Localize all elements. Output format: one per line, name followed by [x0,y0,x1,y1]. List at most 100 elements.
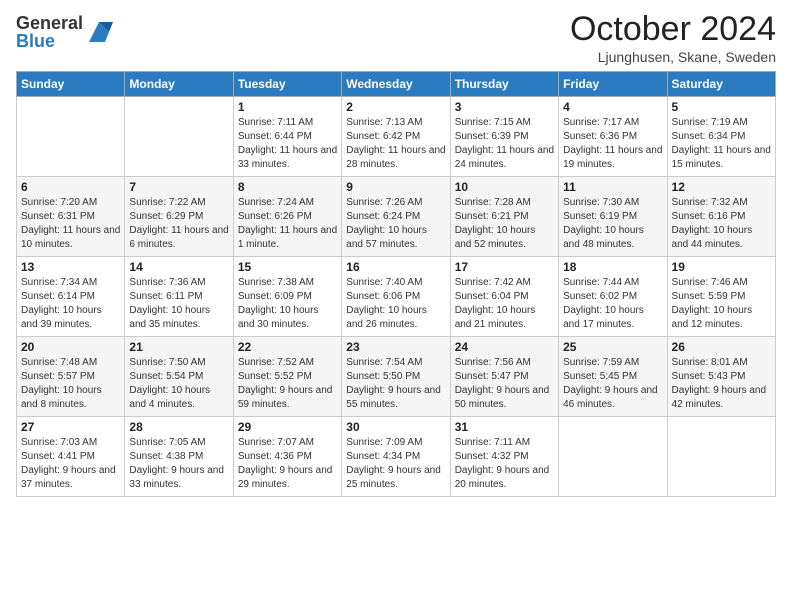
daylight-text: Daylight: 10 hours and 30 minutes. [238,304,337,332]
sunset-text: Sunset: 4:41 PM [21,450,120,464]
daylight-text: Daylight: 11 hours and 19 minutes. [563,144,662,172]
week-row-4: 27Sunrise: 7:03 AMSunset: 4:41 PMDayligh… [17,417,776,497]
sunrise-text: Sunrise: 7:17 AM [563,116,662,130]
sunset-text: Sunset: 6:09 PM [238,290,337,304]
daylight-text: Daylight: 9 hours and 55 minutes. [346,384,445,412]
day-number: 9 [346,180,445,194]
daylight-text: Daylight: 11 hours and 1 minute. [238,224,337,252]
header-day-friday: Friday [559,72,667,97]
sunrise-text: Sunrise: 7:40 AM [346,276,445,290]
daylight-text: Daylight: 11 hours and 33 minutes. [238,144,337,172]
sunrise-text: Sunrise: 7:09 AM [346,436,445,450]
sunrise-text: Sunrise: 7:20 AM [21,196,120,210]
day-number: 26 [672,340,771,354]
sunset-text: Sunset: 6:02 PM [563,290,662,304]
daylight-text: Daylight: 9 hours and 50 minutes. [455,384,554,412]
sunset-text: Sunset: 5:43 PM [672,370,771,384]
day-number: 6 [21,180,120,194]
day-number: 7 [129,180,228,194]
week-row-1: 6Sunrise: 7:20 AMSunset: 6:31 PMDaylight… [17,177,776,257]
logo-text: General Blue [16,14,83,50]
day-cell: 18Sunrise: 7:44 AMSunset: 6:02 PMDayligh… [559,257,667,337]
sunset-text: Sunset: 6:04 PM [455,290,554,304]
day-cell [667,417,775,497]
day-cell: 22Sunrise: 7:52 AMSunset: 5:52 PMDayligh… [233,337,341,417]
daylight-text: Daylight: 9 hours and 33 minutes. [129,464,228,492]
sunrise-text: Sunrise: 8:01 AM [672,356,771,370]
sunrise-text: Sunrise: 7:48 AM [21,356,120,370]
sunset-text: Sunset: 5:54 PM [129,370,228,384]
daylight-text: Daylight: 9 hours and 29 minutes. [238,464,337,492]
daylight-text: Daylight: 9 hours and 42 minutes. [672,384,771,412]
daylight-text: Daylight: 10 hours and 12 minutes. [672,304,771,332]
sunrise-text: Sunrise: 7:03 AM [21,436,120,450]
day-cell: 9Sunrise: 7:26 AMSunset: 6:24 PMDaylight… [342,177,450,257]
header-day-tuesday: Tuesday [233,72,341,97]
sunrise-text: Sunrise: 7:05 AM [129,436,228,450]
day-cell: 19Sunrise: 7:46 AMSunset: 5:59 PMDayligh… [667,257,775,337]
header-day-sunday: Sunday [17,72,125,97]
logo-blue: Blue [16,32,83,50]
day-cell: 3Sunrise: 7:15 AMSunset: 6:39 PMDaylight… [450,97,558,177]
daylight-text: Daylight: 11 hours and 10 minutes. [21,224,120,252]
day-cell: 1Sunrise: 7:11 AMSunset: 6:44 PMDaylight… [233,97,341,177]
day-cell: 29Sunrise: 7:07 AMSunset: 4:36 PMDayligh… [233,417,341,497]
day-number: 12 [672,180,771,194]
sunrise-text: Sunrise: 7:50 AM [129,356,228,370]
sunset-text: Sunset: 6:14 PM [21,290,120,304]
daylight-text: Daylight: 9 hours and 46 minutes. [563,384,662,412]
daylight-text: Daylight: 9 hours and 20 minutes. [455,464,554,492]
daylight-text: Daylight: 11 hours and 24 minutes. [455,144,554,172]
day-number: 29 [238,420,337,434]
sunrise-text: Sunrise: 7:13 AM [346,116,445,130]
week-row-3: 20Sunrise: 7:48 AMSunset: 5:57 PMDayligh… [17,337,776,417]
sunset-text: Sunset: 6:29 PM [129,210,228,224]
day-number: 4 [563,100,662,114]
day-cell: 8Sunrise: 7:24 AMSunset: 6:26 PMDaylight… [233,177,341,257]
sunrise-text: Sunrise: 7:07 AM [238,436,337,450]
sunset-text: Sunset: 6:06 PM [346,290,445,304]
day-cell: 20Sunrise: 7:48 AMSunset: 5:57 PMDayligh… [17,337,125,417]
week-row-2: 13Sunrise: 7:34 AMSunset: 6:14 PMDayligh… [17,257,776,337]
daylight-text: Daylight: 10 hours and 4 minutes. [129,384,228,412]
sunset-text: Sunset: 5:52 PM [238,370,337,384]
day-number: 10 [455,180,554,194]
daylight-text: Daylight: 9 hours and 59 minutes. [238,384,337,412]
day-cell: 15Sunrise: 7:38 AMSunset: 6:09 PMDayligh… [233,257,341,337]
day-cell: 11Sunrise: 7:30 AMSunset: 6:19 PMDayligh… [559,177,667,257]
sunrise-text: Sunrise: 7:44 AM [563,276,662,290]
day-number: 8 [238,180,337,194]
day-cell: 7Sunrise: 7:22 AMSunset: 6:29 PMDaylight… [125,177,233,257]
title-block: October 2024 Ljunghusen, Skane, Sweden [570,10,776,65]
day-number: 16 [346,260,445,274]
header-day-thursday: Thursday [450,72,558,97]
sunset-text: Sunset: 4:32 PM [455,450,554,464]
calendar-body: 1Sunrise: 7:11 AMSunset: 6:44 PMDaylight… [17,97,776,497]
sunrise-text: Sunrise: 7:32 AM [672,196,771,210]
sunset-text: Sunset: 5:50 PM [346,370,445,384]
sunrise-text: Sunrise: 7:22 AM [129,196,228,210]
sunset-text: Sunset: 5:57 PM [21,370,120,384]
day-number: 2 [346,100,445,114]
daylight-text: Daylight: 10 hours and 48 minutes. [563,224,662,252]
logo-general: General [16,14,83,32]
header-day-monday: Monday [125,72,233,97]
header-row: SundayMondayTuesdayWednesdayThursdayFrid… [17,72,776,97]
sunset-text: Sunset: 6:42 PM [346,130,445,144]
calendar-page: General Blue October 2024 Ljunghusen, Sk… [0,0,792,513]
day-number: 5 [672,100,771,114]
sunrise-text: Sunrise: 7:59 AM [563,356,662,370]
sunset-text: Sunset: 6:34 PM [672,130,771,144]
daylight-text: Daylight: 10 hours and 35 minutes. [129,304,228,332]
day-number: 28 [129,420,228,434]
day-number: 24 [455,340,554,354]
sunrise-text: Sunrise: 7:38 AM [238,276,337,290]
day-cell: 21Sunrise: 7:50 AMSunset: 5:54 PMDayligh… [125,337,233,417]
sunrise-text: Sunrise: 7:11 AM [455,436,554,450]
day-cell: 12Sunrise: 7:32 AMSunset: 6:16 PMDayligh… [667,177,775,257]
day-cell: 17Sunrise: 7:42 AMSunset: 6:04 PMDayligh… [450,257,558,337]
day-number: 1 [238,100,337,114]
sunset-text: Sunset: 6:24 PM [346,210,445,224]
day-number: 25 [563,340,662,354]
day-number: 22 [238,340,337,354]
